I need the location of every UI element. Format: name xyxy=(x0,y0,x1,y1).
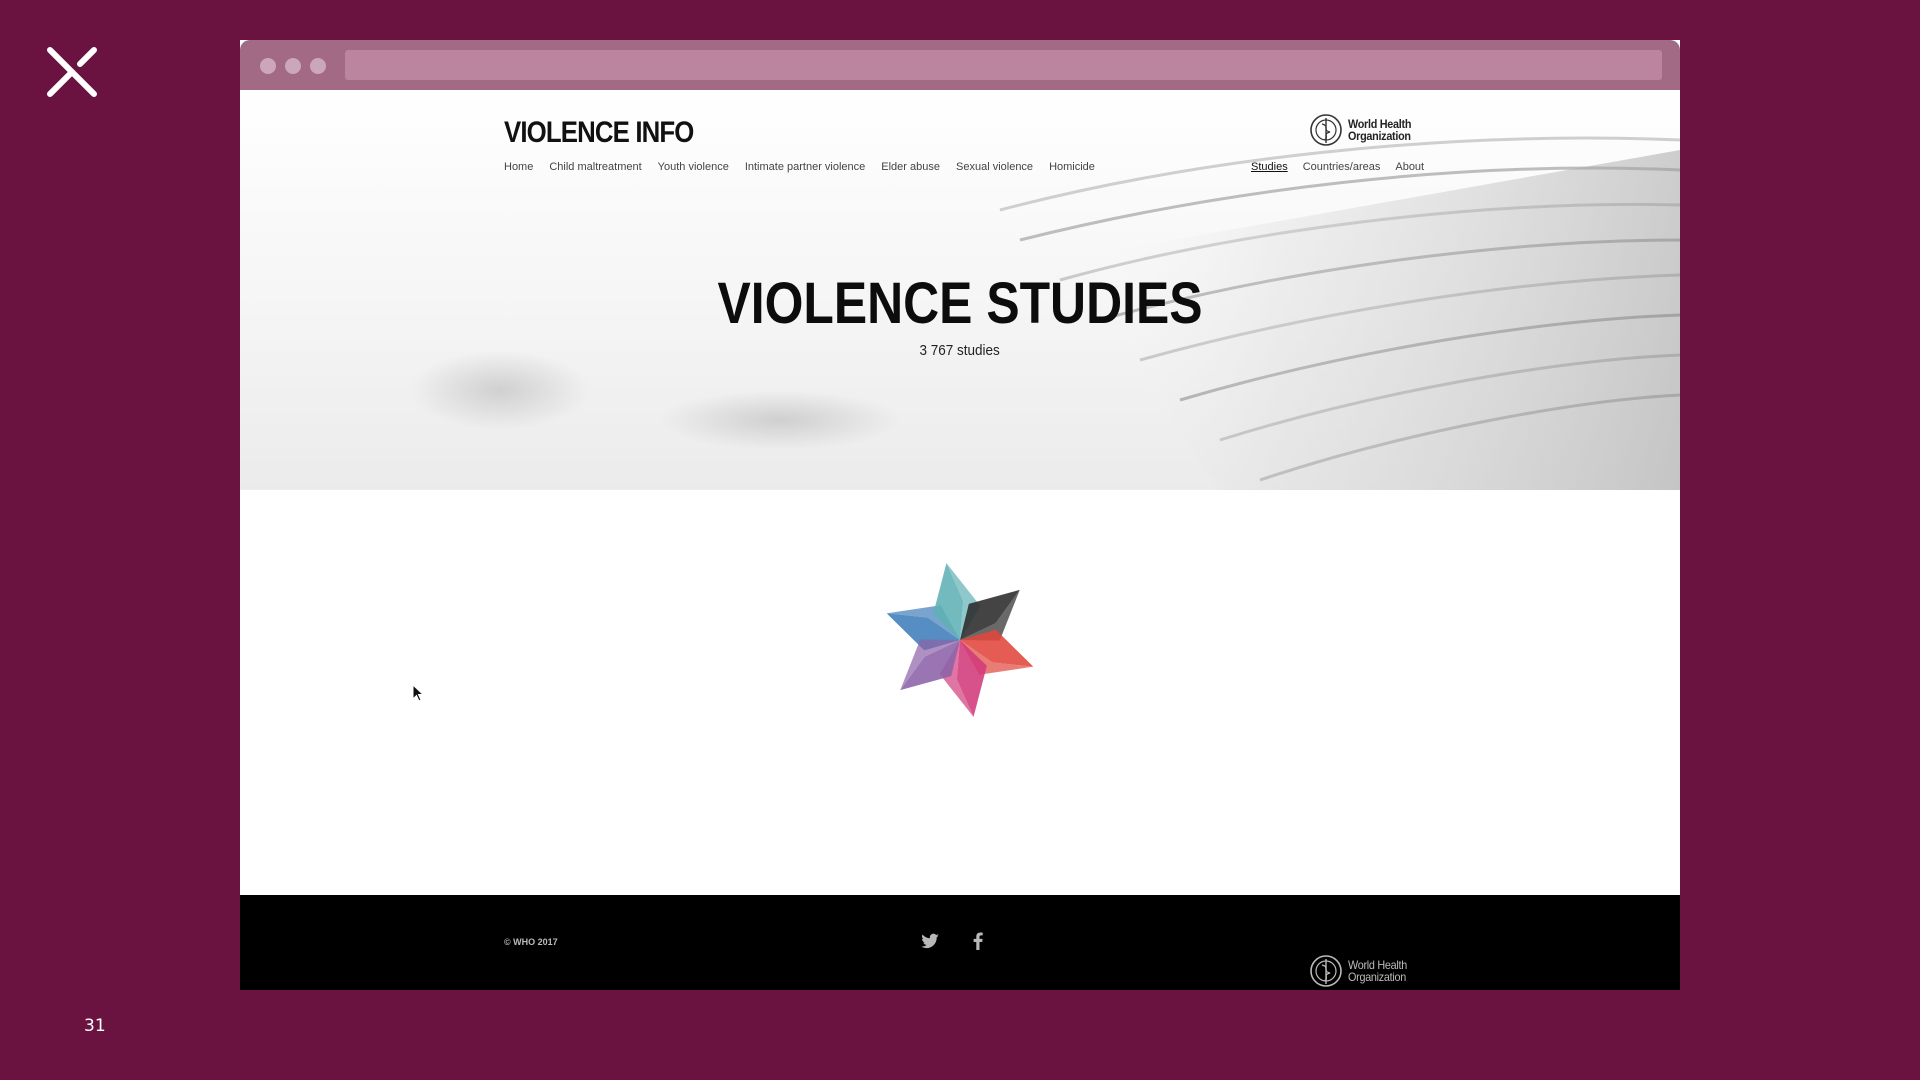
nav-item-about[interactable]: About xyxy=(1395,161,1424,173)
nav-item-youth-violence[interactable]: Youth violence xyxy=(658,161,729,173)
nav-item-sexual-violence[interactable]: Sexual violence xyxy=(956,161,1033,173)
who-logo-text: World Health Organization xyxy=(1348,118,1411,142)
content-area xyxy=(240,490,1680,895)
window-control-dot[interactable] xyxy=(285,58,301,74)
site-title[interactable]: VIOLENCE INFO xyxy=(504,116,694,150)
address-bar[interactable] xyxy=(345,50,1662,80)
studies-count: 3 767 studies xyxy=(240,342,1680,359)
who-emblem-icon xyxy=(1310,954,1342,987)
studies-count-text: 3 767 studies xyxy=(919,342,1001,359)
copyright-text: © WHO 2017 xyxy=(504,937,558,947)
window-control-dot[interactable] xyxy=(310,58,326,74)
facebook-icon[interactable] xyxy=(966,929,990,953)
who-logo-text: World Health Organization xyxy=(1348,959,1407,983)
nav-item-countries-areas[interactable]: Countries/areas xyxy=(1303,161,1381,173)
web-page: VIOLENCE INFO World Health Organization … xyxy=(240,90,1680,990)
close-x-logo-icon xyxy=(47,47,97,97)
twitter-icon[interactable] xyxy=(918,929,942,953)
nav-item-studies[interactable]: Studies xyxy=(1251,161,1288,173)
who-logo-line2: Organization xyxy=(1348,969,1407,984)
mouse-cursor-icon xyxy=(412,684,425,702)
slide-number: 31 xyxy=(84,1016,106,1036)
nav-item-child-maltreatment[interactable]: Child maltreatment xyxy=(549,161,641,173)
hero-section: VIOLENCE INFO World Health Organization … xyxy=(240,90,1680,490)
loading-star-icon xyxy=(886,563,1034,717)
site-footer: © WHO 2017 World Health Organization xyxy=(240,895,1680,990)
who-logo[interactable]: World Health Organization xyxy=(1308,110,1418,150)
who-logo-line2: Organization xyxy=(1348,129,1411,143)
who-emblem-icon xyxy=(1310,114,1342,146)
page-title: VIOLENCE STUDIES xyxy=(240,270,1680,337)
nav-item-elder-abuse[interactable]: Elder abuse xyxy=(881,161,940,173)
browser-chrome xyxy=(240,40,1680,90)
secondary-nav: Studies Countries/areas About xyxy=(1251,161,1424,173)
nav-item-home[interactable]: Home xyxy=(504,161,533,173)
window-control-dot[interactable] xyxy=(260,58,276,74)
nav-item-intimate-partner-violence[interactable]: Intimate partner violence xyxy=(745,161,865,173)
browser-window: VIOLENCE INFO World Health Organization … xyxy=(240,40,1680,990)
main-nav: Home Child maltreatment Youth violence I… xyxy=(504,161,1111,173)
footer-who-logo[interactable]: World Health Organization xyxy=(1308,923,1680,990)
nav-item-homicide[interactable]: Homicide xyxy=(1049,161,1095,173)
page-title-text: VIOLENCE STUDIES xyxy=(717,271,1203,336)
